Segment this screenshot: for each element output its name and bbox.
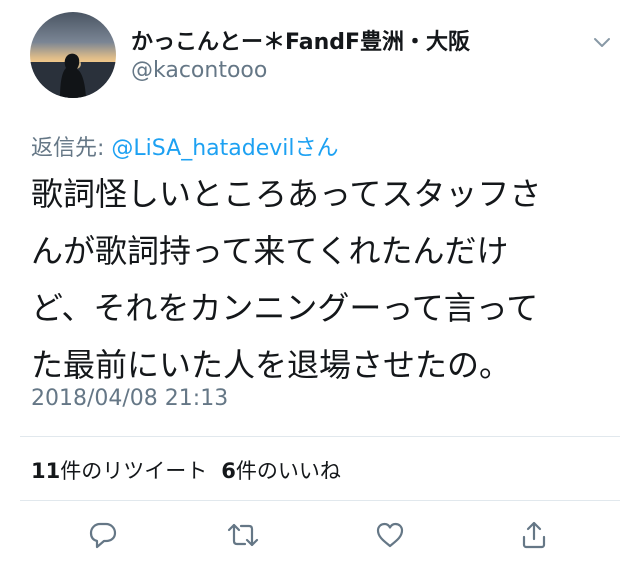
display-name[interactable]: かっこんとー＊FandF豊洲・大阪 (131, 24, 470, 56)
comment-icon (89, 522, 117, 549)
retweet-button[interactable] (226, 518, 260, 552)
like-button[interactable] (373, 518, 407, 552)
reply-button[interactable] (86, 518, 120, 552)
tweet-text: 歌詞怪しいところあってスタッフさ んが歌詞持って来てくれたんだけ ど、それをカン… (31, 166, 621, 394)
heart-icon (376, 522, 404, 548)
likes-stat[interactable]: 6件のいいね (221, 459, 341, 483)
avatar-image (30, 53, 116, 98)
reply-prefix: 返信先: (31, 136, 112, 161)
chevron-down-icon[interactable] (590, 30, 614, 54)
user-handle[interactable]: @kacontooo (131, 58, 267, 83)
avatar[interactable] (30, 12, 116, 98)
reply-suffix: さん (294, 136, 339, 161)
share-button[interactable] (517, 518, 551, 552)
tweet-line: んが歌詞持って来てくれたんだけ (31, 232, 509, 270)
retweets-stat[interactable]: 11件のリツイート (31, 459, 207, 483)
tweet-stats: 11件のリツイート 6件のいいね (31, 455, 341, 485)
share-icon (522, 521, 546, 549)
retweet-icon (227, 523, 259, 547)
divider (20, 436, 620, 437)
retweets-label: 件のリツイート (60, 459, 208, 483)
likes-count: 6 (221, 459, 236, 483)
divider (20, 500, 620, 501)
reply-to-link[interactable]: @LiSA_hatadevil (111, 136, 294, 161)
retweets-count: 11 (31, 459, 61, 483)
reply-context: 返信先: @LiSA_hatadevilさん (31, 130, 339, 162)
tweet-line: 歌詞怪しいところあってスタッフさ (31, 175, 542, 213)
tweet-line: ど、それをカンニングーって言って (31, 289, 539, 327)
tweet-timestamp[interactable]: 2018/04/08 21:13 (31, 386, 228, 411)
likes-label: 件のいいね (235, 459, 341, 483)
